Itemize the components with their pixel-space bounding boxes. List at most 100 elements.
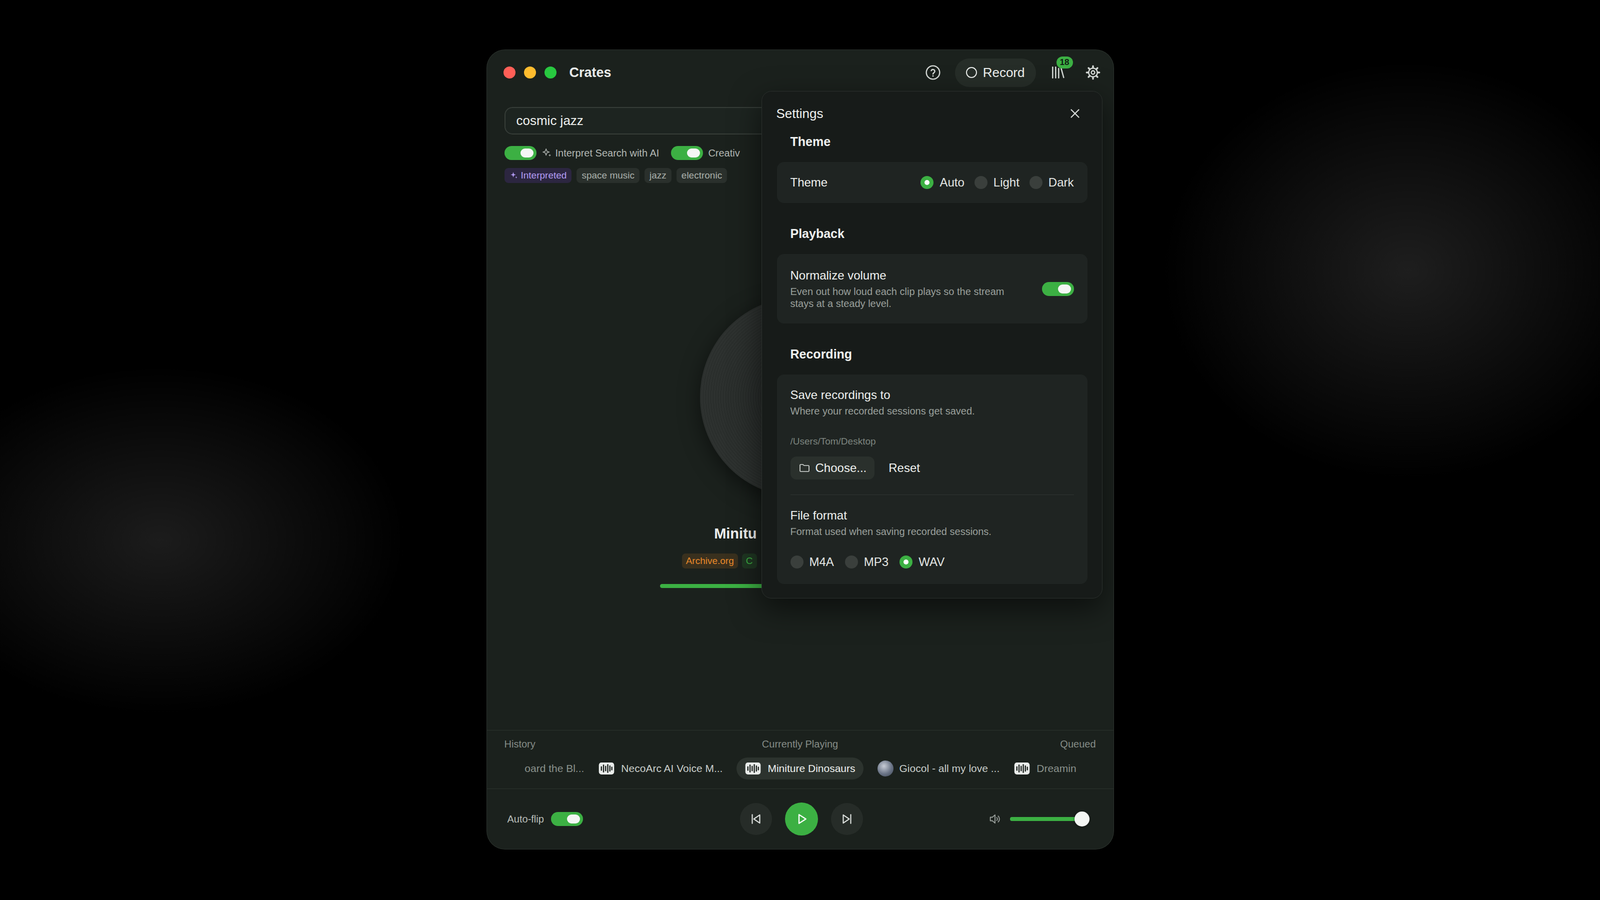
radio-button[interactable] (920, 176, 934, 189)
tag[interactable]: electronic (676, 168, 727, 183)
next-button[interactable] (831, 803, 863, 835)
chip-title: NecoArc AI Voice M... (621, 762, 723, 775)
record-button[interactable]: Record (955, 58, 1036, 87)
current-label: Currently Playing (762, 738, 838, 750)
queued-item[interactable]: Dreamin (1013, 757, 1076, 780)
desktop: Crates Record 18 cosmic jazz Interpret S… (0, 0, 1600, 900)
source-badge[interactable]: C (742, 553, 757, 569)
radio-option[interactable]: M4A (790, 555, 834, 569)
volume-slider[interactable] (1010, 817, 1090, 821)
album-art-icon (877, 760, 894, 777)
next-icon (839, 811, 855, 827)
volume-icon (988, 812, 1002, 826)
volume-knob[interactable] (1074, 811, 1090, 827)
radio-option[interactable]: WAV (899, 555, 945, 569)
row-label: Save recordings to (790, 387, 1074, 403)
history-label: History (504, 738, 762, 750)
radio-group: M4A MP3 WAV (790, 555, 1074, 569)
switch-knob (520, 148, 534, 158)
option-switch[interactable] (504, 146, 537, 160)
theme-row: Theme Auto Light Dark (790, 162, 1074, 203)
play-button[interactable] (785, 802, 818, 836)
row-label: Theme (790, 175, 828, 190)
row-description: Format used when saving recorded session… (790, 525, 1074, 538)
progress-fill (660, 584, 772, 588)
row-label: Normalize volume (790, 268, 1026, 283)
history-item[interactable]: oard the Bl... (524, 757, 584, 780)
option-switch[interactable] (671, 146, 703, 160)
search-option[interactable]: Interpret Search with AI (504, 146, 660, 160)
tag[interactable]: jazz (644, 168, 672, 183)
play-icon (794, 811, 809, 827)
radio-label: Light (993, 175, 1020, 190)
record-label: Record (983, 65, 1025, 81)
save-path: /Users/Tom/Desktop (790, 435, 1074, 448)
radio-button[interactable] (899, 555, 913, 569)
radio-option[interactable]: Light (974, 175, 1020, 190)
help-icon (925, 64, 941, 81)
divider (790, 494, 1074, 495)
sparkle-icon (541, 147, 553, 159)
section-heading: Recording (777, 346, 1088, 362)
radio-option[interactable]: Dark (1029, 175, 1074, 190)
switch-knob (687, 148, 700, 158)
search-option[interactable]: Creativ (671, 146, 740, 160)
radio-button[interactable] (974, 176, 988, 189)
reset-button[interactable]: Reset (882, 457, 926, 479)
radio-button[interactable] (845, 555, 858, 569)
record-icon (966, 67, 977, 78)
section-heading: Playback (777, 226, 1088, 241)
section-heading: Theme (777, 134, 1088, 149)
radio-option[interactable]: Auto (920, 175, 964, 190)
auto-flip-label: Auto-flip (507, 813, 544, 825)
previous-icon (748, 811, 764, 827)
queued-item[interactable]: Giocol - all my love ... (877, 757, 1000, 780)
sparkle-icon (509, 171, 519, 180)
chip-title: Giocol - all my love ... (899, 762, 1000, 775)
history-item[interactable]: NecoArc AI Voice M... (598, 757, 723, 780)
option-label: Creativ (708, 147, 740, 159)
volume-fill (1010, 817, 1082, 821)
close-button[interactable] (1067, 106, 1083, 121)
search-value: cosmic jazz (516, 113, 584, 129)
normalize-switch[interactable] (1042, 282, 1074, 296)
traffic-light[interactable] (524, 66, 536, 79)
close-icon (1067, 106, 1083, 121)
traffic-light[interactable] (503, 66, 516, 79)
radio-label: M4A (809, 555, 834, 569)
settings-section: Playback Normalize volume Even out how l… (777, 226, 1088, 324)
choose-button[interactable]: Choose... (790, 456, 875, 480)
current-item[interactable]: Miniture Dinosaurs (736, 757, 863, 780)
radio-label: MP3 (864, 555, 889, 569)
row-label: File format (790, 508, 1074, 523)
traffic-light[interactable] (544, 66, 557, 79)
settings-section: Recording Save recordings to Where your … (777, 346, 1088, 584)
auto-flip-switch[interactable] (551, 812, 583, 826)
help-button[interactable] (925, 64, 941, 81)
library-badge: 18 (1056, 56, 1073, 69)
folder-icon (798, 462, 811, 474)
radio-option[interactable]: MP3 (845, 555, 889, 569)
traffic-lights (503, 66, 557, 79)
tag[interactable]: Interpreted (504, 168, 572, 183)
settings-button[interactable] (1085, 64, 1101, 81)
previous-button[interactable] (740, 803, 772, 835)
gear-icon (1085, 64, 1101, 81)
file-format-row: File format Format used when saving reco… (790, 495, 1074, 584)
radio-button[interactable] (1029, 176, 1043, 189)
radio-label: Auto (939, 175, 964, 190)
save-location-row: Save recordings to Where your recorded s… (790, 374, 1074, 495)
source-badge[interactable]: Archive.org (682, 553, 738, 569)
radio-button[interactable] (790, 555, 804, 569)
row-description: Where your recorded sessions get saved. (790, 405, 1074, 417)
waveform-icon (744, 760, 762, 777)
chip-title: Miniture Dinosaurs (767, 762, 855, 775)
settings-panel: Settings Theme Theme Auto Light DarkPlay… (761, 91, 1103, 599)
library-button[interactable]: 18 (1050, 64, 1066, 81)
settings-card: Normalize volume Even out how loud each … (777, 254, 1088, 324)
history-list: oard the Bl... NecoArc AI Voice M... (504, 757, 723, 780)
tag[interactable]: space music (576, 168, 640, 183)
app-title: Crates (569, 65, 612, 81)
queued-label: Queued (838, 738, 1096, 750)
chip-title: oard the Bl... (524, 762, 584, 775)
